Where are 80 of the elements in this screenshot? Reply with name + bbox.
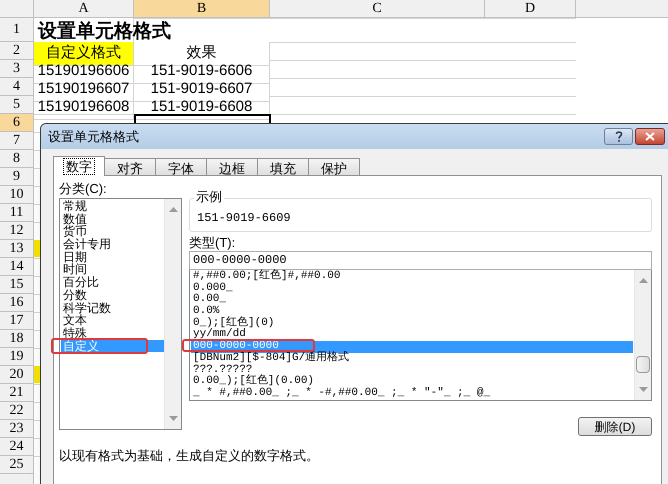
category-label: 分类(C): [59, 181, 108, 197]
row-header[interactable]: 13 [0, 240, 34, 258]
row-header[interactable]: 11 [0, 204, 34, 222]
tab[interactable]: 填充 [257, 158, 309, 176]
category-item[interactable]: 日期 [61, 250, 164, 264]
scrollbar-thumb[interactable] [636, 356, 650, 373]
category-item[interactable]: 货币 [61, 225, 164, 238]
sheet-title: 设置单元格格式 [36, 20, 171, 44]
scrollbar[interactable] [634, 270, 651, 400]
category-list[interactable]: 常规 数值 货币 会计专用 日期 时间 百分比 分数 科学记数 文本 特殊 自定义 [59, 198, 182, 430]
row-header[interactable]: 12 [0, 222, 34, 240]
category-item[interactable]: 时间 [61, 263, 164, 276]
column-header[interactable]: C [270, 0, 485, 17]
row-header[interactable]: 24 [0, 438, 34, 456]
tab[interactable]: 数字 [53, 156, 105, 176]
table-cell-text: 151-9019-6606 [150, 61, 252, 81]
category-item[interactable]: 会计专用 [61, 238, 164, 251]
format-item[interactable]: #,##0.00;[红色]#,##0.00 [191, 271, 633, 283]
row-header[interactable]: 2 [0, 42, 34, 60]
column-header[interactable]: B [134, 0, 270, 17]
row-header[interactable]: 9 [0, 168, 34, 186]
format-item[interactable]: 0.00_ [191, 294, 633, 306]
category-item[interactable]: 常规 [61, 200, 164, 213]
column-header[interactable]: D [485, 0, 576, 17]
window-title: 设置单元格格式 [48, 128, 140, 146]
scrollbar[interactable] [164, 199, 181, 429]
tab[interactable]: 字体 [155, 158, 207, 176]
sample-label: 示例 [194, 190, 224, 204]
format-item[interactable]: 0.00_);[红色](0.00) [191, 376, 633, 388]
row-header[interactable]: 15 [0, 276, 34, 294]
sample-value: 151-9019-6609 [196, 210, 292, 225]
question-mark-icon [614, 131, 622, 142]
format-item[interactable]: _ * #,##0.00_ ;_ * -#,##0.00_ ;_ * "-"_ ;_ @_ [191, 388, 633, 400]
row-header[interactable]: 4 [0, 78, 34, 96]
row-header[interactable]: 22 [0, 402, 34, 420]
row-header[interactable]: 3 [0, 60, 34, 78]
row-header[interactable]: 17 [0, 312, 34, 330]
row-header[interactable]: 5 [0, 96, 34, 114]
close-button[interactable] [635, 128, 665, 145]
table-cell-text: 15190196608 [38, 97, 130, 117]
table-cell-text: 效果 [186, 43, 216, 63]
category-item[interactable]: 分数 [61, 288, 164, 302]
row-header[interactable]: 8 [0, 150, 34, 168]
row-header[interactable]: 25 [0, 456, 34, 474]
row-header[interactable]: 1 [0, 18, 34, 42]
row-header[interactable]: 23 [0, 420, 34, 438]
type-input[interactable]: 000-0000-0000 [189, 251, 652, 270]
row-header[interactable]: 14 [0, 258, 34, 276]
table-cell-text: 15190196607 [38, 79, 130, 99]
down-arrow-icon[interactable] [638, 387, 648, 392]
category-item[interactable]: 科学记数 [61, 302, 164, 314]
row-header[interactable]: 18 [0, 330, 34, 348]
description-text: 以现有格式为基础，生成自定义的数字格式。 [59, 447, 319, 465]
down-arrow-icon[interactable] [168, 416, 178, 421]
category-item[interactable]: 特殊 [61, 326, 164, 340]
row-header[interactable]: 10 [0, 186, 34, 204]
help-button[interactable] [604, 128, 633, 145]
delete-button[interactable]: 删除(D) [578, 417, 652, 436]
format-item[interactable]: 0_);[红色](0) [191, 318, 633, 330]
table-cell: 自定义格式 [34, 42, 133, 64]
tab[interactable]: 保护 [308, 158, 360, 176]
format-item[interactable]: 0.000_ [191, 282, 633, 294]
tab[interactable]: 边框 [206, 158, 258, 176]
row-header[interactable]: 21 [0, 384, 34, 402]
type-label: 类型(T): [189, 235, 236, 251]
up-arrow-icon[interactable] [638, 278, 648, 283]
category-item[interactable]: 文本 [61, 314, 164, 327]
category-item[interactable]: 数值 [61, 212, 164, 226]
category-item[interactable]: 百分比 [61, 276, 164, 289]
row-header[interactable]: 16 [0, 294, 34, 312]
table-cell-text: 151-9019-6608 [150, 97, 252, 117]
format-item[interactable]: yy/mm/dd [191, 329, 633, 342]
tab[interactable]: 对齐 [104, 158, 156, 176]
close-icon [645, 132, 655, 141]
row-header[interactable]: 7 [0, 132, 34, 150]
up-arrow-icon[interactable] [168, 207, 178, 212]
row-header[interactable]: 6 [0, 114, 34, 132]
row-header[interactable]: 19 [0, 348, 34, 366]
row-header[interactable]: 20 [0, 366, 34, 384]
table-cell-text: 151-9019-6607 [150, 79, 252, 99]
